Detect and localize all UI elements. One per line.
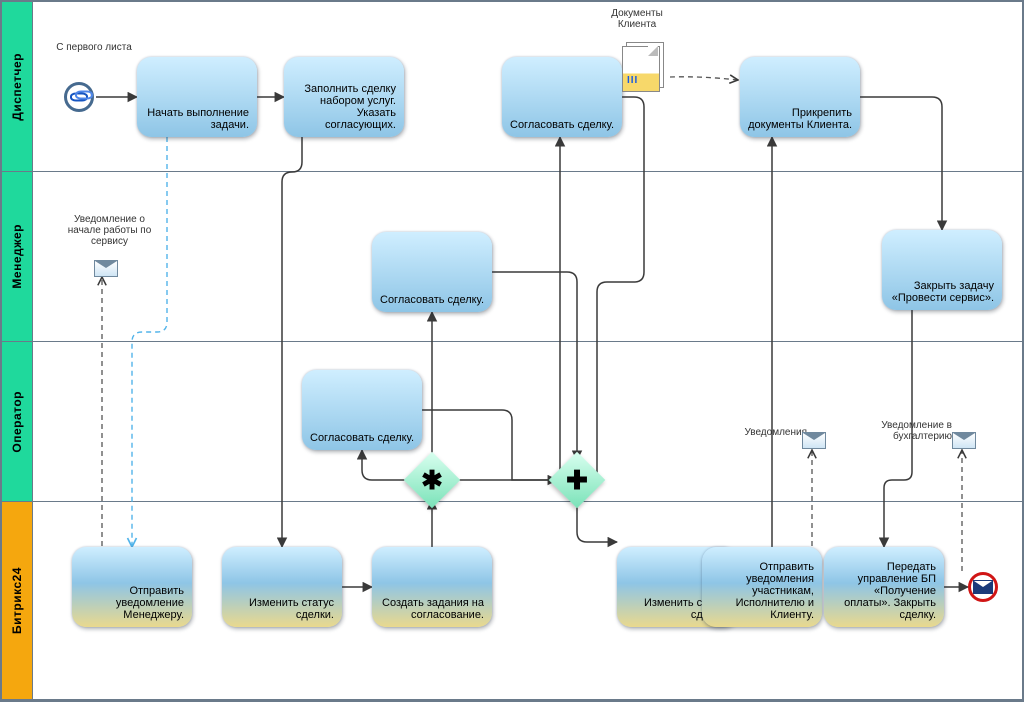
task-o1-approve[interactable]: Согласовать сделку. bbox=[302, 370, 422, 450]
end-message-event[interactable] bbox=[968, 572, 998, 602]
task-b6-transfer-bp[interactable]: Передать управление БП «Получение оплаты… bbox=[824, 547, 944, 627]
gateway-parallel-symbol: ✚ bbox=[557, 460, 597, 500]
message-icon-accounting bbox=[952, 432, 976, 449]
start-link-event[interactable] bbox=[64, 82, 94, 112]
task-m1-approve[interactable]: Согласовать сделку. bbox=[372, 232, 492, 312]
task-d1-start[interactable]: Начать выполнение задачи. bbox=[137, 57, 257, 137]
message-icon-notifications bbox=[802, 432, 826, 449]
task-b5-send-notifications[interactable]: Отправить уведомления участникам, Исполн… bbox=[702, 547, 822, 627]
label-notice-service-start: Уведомление о начале работы по сервису bbox=[62, 214, 157, 247]
task-d2-fill-deal[interactable]: Заполнить сделку набором услуг. Указать … bbox=[284, 57, 404, 137]
bpmn-diagram: Диспетчер Менеджер Оператор Битрикс24 bbox=[0, 0, 1024, 702]
task-d4-attach-docs[interactable]: Прикрепить документы Клиента. bbox=[740, 57, 860, 137]
lane-header-manager: Менеджер bbox=[2, 172, 33, 341]
link-icon bbox=[70, 93, 88, 102]
lane-header-bitrix: Битрикс24 bbox=[2, 502, 33, 699]
lane-manager: Менеджер bbox=[2, 172, 1022, 342]
task-b3-create-approvals[interactable]: Создать задания на согласование. bbox=[372, 547, 492, 627]
lane-header-dispatcher: Диспетчер bbox=[2, 2, 33, 171]
lane-label-operator: Оператор bbox=[10, 391, 24, 453]
envelope-icon bbox=[973, 580, 993, 594]
lane-label-dispatcher: Диспетчер bbox=[10, 53, 24, 121]
task-d3-approve[interactable]: Согласовать сделку. bbox=[502, 57, 622, 137]
lane-label-manager: Менеджер bbox=[10, 224, 24, 289]
document-icon[interactable]: III bbox=[622, 42, 666, 86]
message-icon-manager bbox=[94, 260, 118, 277]
lane-label-bitrix: Битрикс24 bbox=[10, 567, 24, 634]
lane-operator: Оператор bbox=[2, 342, 1022, 502]
gateway-complex-symbol: ✱ bbox=[412, 460, 452, 500]
lane-header-operator: Оператор bbox=[2, 342, 33, 501]
label-client-documents: Документы Клиента bbox=[592, 8, 682, 30]
label-notice-accounting: Уведомление в бухгалтерию bbox=[872, 420, 952, 442]
label-notifications: Уведомления bbox=[727, 427, 807, 438]
gateway-parallel[interactable]: ✚ bbox=[549, 452, 606, 509]
task-m2-close[interactable]: Закрыть задачу «Провести сервис». bbox=[882, 230, 1002, 310]
label-from-first-sheet: С первого листа bbox=[54, 42, 134, 53]
task-b2-status[interactable]: Изменить статус сделки. bbox=[222, 547, 342, 627]
task-b1-notify-manager[interactable]: Отправить уведомление Менеджеру. bbox=[72, 547, 192, 627]
gateway-complex[interactable]: ✱ bbox=[404, 452, 461, 509]
